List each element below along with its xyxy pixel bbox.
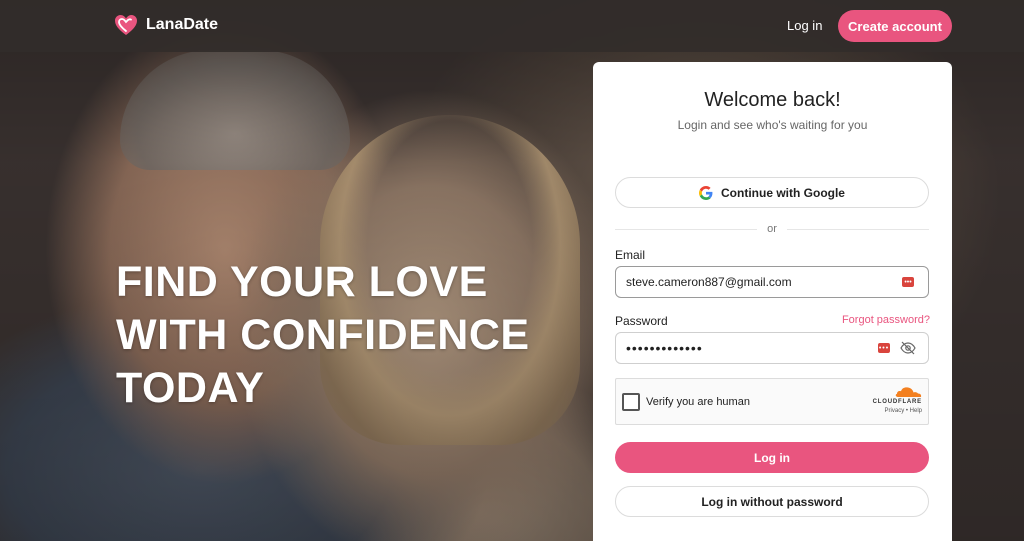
- hero-headline: FIND YOUR LOVE WITH CONFIDENCE TODAY: [116, 256, 586, 415]
- cloudflare-links[interactable]: Privacy • Help: [864, 408, 922, 414]
- password-manager-icon[interactable]: •••: [902, 277, 914, 287]
- heart-logo-icon: [115, 15, 137, 35]
- login-without-password-button[interactable]: Log in without password: [615, 486, 929, 517]
- verify-human-label: Verify you are human: [646, 396, 750, 408]
- headline-line: WITH CONFIDENCE: [116, 311, 530, 359]
- email-value: steve.cameron887@gmail.com: [626, 275, 792, 289]
- or-divider: or: [615, 222, 929, 236]
- login-subtitle: Login and see who's waiting for you: [677, 118, 868, 132]
- password-field[interactable]: ••••••••••••• •••: [615, 332, 929, 364]
- cloudflare-logo: CLOUDFLARE Privacy • Help: [864, 386, 922, 414]
- create-account-button[interactable]: Create account: [838, 10, 952, 42]
- eye-off-icon[interactable]: [900, 341, 916, 355]
- continue-with-google-button[interactable]: Continue with Google: [615, 177, 929, 208]
- forgot-password-link[interactable]: Forgot password?: [842, 314, 930, 326]
- brand-name: LanaDate: [146, 16, 219, 33]
- divider-text: or: [767, 223, 777, 235]
- google-button-label: Continue with Google: [721, 185, 845, 200]
- login-title: Welcome back!: [704, 89, 841, 111]
- cloudflare-icon: [895, 387, 922, 397]
- login-button[interactable]: Log in: [615, 442, 929, 473]
- cloudflare-name: CLOUDFLARE: [872, 399, 922, 405]
- verify-human-checkbox[interactable]: [622, 393, 640, 411]
- headline-line: TODAY: [116, 364, 265, 412]
- password-value: •••••••••••••: [626, 340, 703, 356]
- email-field[interactable]: steve.cameron887@gmail.com •••: [615, 266, 929, 298]
- password-manager-icon[interactable]: •••: [878, 343, 890, 353]
- nav-login-link[interactable]: Log in: [787, 18, 822, 33]
- headline-line: FIND YOUR LOVE: [116, 258, 488, 306]
- password-label: Password: [615, 314, 668, 328]
- login-card: Welcome back! Login and see who's waitin…: [593, 62, 952, 541]
- brand[interactable]: LanaDate: [114, 14, 218, 36]
- top-navigation: LanaDate Log in Create account: [0, 0, 1024, 52]
- human-verification-widget: Verify you are human CLOUDFLARE Privacy …: [615, 378, 929, 425]
- google-icon: [699, 185, 713, 200]
- email-label: Email: [615, 248, 646, 262]
